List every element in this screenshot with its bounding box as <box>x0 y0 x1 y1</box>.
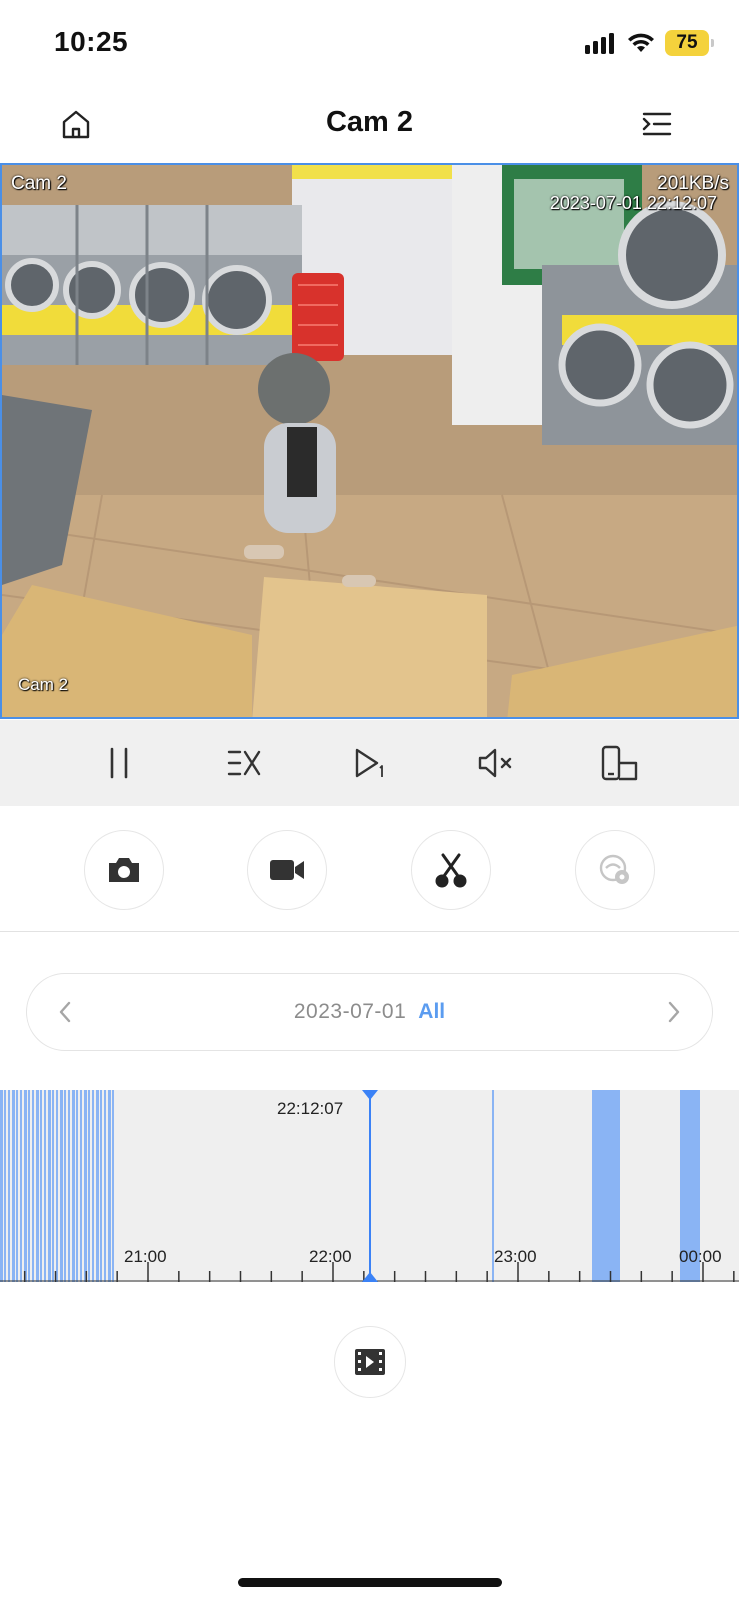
rotate-screen-icon <box>602 745 638 781</box>
timeline-recording-segment <box>68 1090 70 1282</box>
timeline-recording-segment <box>100 1090 102 1282</box>
scissors-icon <box>435 853 467 888</box>
camera-scene <box>2 165 737 717</box>
timeline-cursor-time: 22:12:07 <box>277 1099 343 1118</box>
frame-step-button[interactable] <box>347 741 391 785</box>
recordings-list-button[interactable] <box>334 1326 406 1398</box>
record-button[interactable] <box>247 830 327 910</box>
video-record-icon <box>270 860 304 880</box>
status-time: 10:25 <box>54 26 129 57</box>
timeline-recording-segment <box>64 1090 66 1282</box>
timeline-recording-segment <box>60 1090 63 1282</box>
timeline-recording-segment <box>40 1090 42 1282</box>
timeline-recording-segment <box>12 1090 15 1282</box>
timeline-recording-segment <box>72 1090 75 1282</box>
page-title: Cam 2 <box>325 106 414 138</box>
speed-icon <box>227 750 261 776</box>
chevron-right-icon <box>668 1001 680 1023</box>
snapshot-button[interactable] <box>84 830 164 910</box>
timeline-recording-segment <box>112 1090 114 1282</box>
film-clips-icon <box>355 1349 385 1375</box>
osd-timestamp: 2023-07-01 22:12:07 <box>549 193 717 213</box>
timeline-recording-segment <box>32 1090 34 1282</box>
timeline-recording-segment <box>36 1090 39 1282</box>
selected-date[interactable]: 2023-07-01 <box>294 1000 406 1024</box>
timeline-recording-segment <box>108 1090 111 1282</box>
mute-icon <box>478 748 512 778</box>
timeline-recording-segment <box>24 1090 27 1282</box>
timeline-recording-segment <box>0 1090 3 1282</box>
camera-icon <box>109 858 139 882</box>
pause-button[interactable] <box>97 741 141 785</box>
timeline-hour-label: 23:00 <box>494 1247 537 1266</box>
clip-cut-button[interactable] <box>411 830 491 910</box>
timeline-recording-segment <box>28 1090 30 1282</box>
action-buttons-row <box>0 806 739 932</box>
timeline-recording-segment <box>96 1090 99 1282</box>
wifi-icon <box>628 33 654 52</box>
timeline-hour-label: 00:00 <box>679 1247 722 1266</box>
home-indicator <box>238 1578 502 1587</box>
timeline-recording-segment <box>56 1090 58 1282</box>
timeline-recording-segment <box>104 1090 106 1282</box>
timeline-recording-segment <box>84 1090 87 1282</box>
speed-button[interactable] <box>222 741 266 785</box>
osd-camera-label: Cam 2 <box>18 675 69 694</box>
timeline-recording-segment <box>48 1090 51 1282</box>
timeline-recording-segment <box>20 1090 22 1282</box>
chevron-left-icon <box>59 1001 71 1023</box>
timeline-recording-segment <box>592 1090 620 1282</box>
timeline-recording-segment <box>16 1090 18 1282</box>
rotate-screen-button[interactable] <box>598 741 642 785</box>
timeline-recording-segment <box>88 1090 90 1282</box>
nav-bar: Cam 2 <box>0 90 739 162</box>
timeline-hour-label: 22:00 <box>309 1247 352 1266</box>
timeline-recording-segment <box>76 1090 78 1282</box>
status-bar: 10:25 75 <box>0 0 739 90</box>
timeline-track[interactable]: 21:00 22:00 23:00 00:00 22:12:07 <box>0 1090 739 1282</box>
pause-icon <box>110 747 127 779</box>
timeline-cursor-top-marker <box>362 1090 378 1100</box>
battery-indicator: 75 <box>665 30 714 56</box>
timeline-recording-segment <box>8 1090 10 1282</box>
timeline-hour-label: 21:00 <box>124 1247 167 1266</box>
menu-button[interactable] <box>637 104 677 144</box>
playback-control-bar <box>0 720 739 806</box>
video-feed[interactable]: Cam 2 201KB/s 2023-07-01 22:12:07 Cam 2 <box>0 163 739 719</box>
date-selector: 2023-07-01 All <box>26 973 713 1051</box>
timeline-recording-segment <box>44 1090 46 1282</box>
status-icons: 75 <box>585 30 714 56</box>
recording-timeline[interactable]: 21:00 22:00 23:00 00:00 22:12:07 <box>0 1090 739 1282</box>
mute-button[interactable] <box>473 741 517 785</box>
osd-bitrate: 201KB/s <box>657 173 729 194</box>
previous-day-button[interactable] <box>49 996 81 1028</box>
eye-search-icon <box>599 854 629 884</box>
next-day-button[interactable] <box>658 996 690 1028</box>
osd-camera-name: Cam 2 <box>11 173 67 194</box>
smart-search-button[interactable] <box>575 830 655 910</box>
play-frame-icon <box>356 748 384 778</box>
timeline-recording-segment <box>92 1090 94 1282</box>
timeline-recording-segment <box>52 1090 54 1282</box>
timeline-recording-segment <box>80 1090 82 1282</box>
recording-type-filter[interactable]: All <box>418 1000 445 1024</box>
timeline-recording-segment <box>4 1090 6 1282</box>
menu-indent-icon <box>642 112 672 136</box>
cellular-signal-icon <box>585 33 614 54</box>
